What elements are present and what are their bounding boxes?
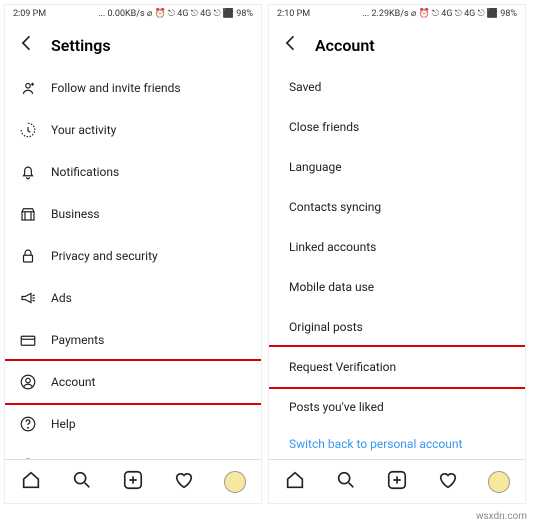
screenshot-account: 2:10 PM ... 2.29KB/s ⌀ ⏰ ⎋ 4G ⎋ 4G ⎋ ⬛ 9… (268, 4, 526, 504)
page-title: Settings (51, 36, 111, 55)
search-icon[interactable] (71, 469, 93, 495)
item-label: Original posts (289, 320, 363, 334)
watermark: wsxdn.com (476, 511, 527, 522)
item-label: Help (51, 417, 76, 431)
profile-avatar[interactable] (488, 471, 510, 493)
header: Account (269, 23, 525, 67)
sidebar-item-help[interactable]: Help (5, 403, 261, 445)
home-icon[interactable] (20, 469, 42, 495)
status-bar: 2:10 PM ... 2.29KB/s ⌀ ⏰ ⎋ 4G ⎋ 4G ⎋ ⬛ 9… (269, 5, 525, 23)
status-time: 2:10 PM (277, 9, 310, 19)
header: Settings (5, 23, 261, 67)
back-icon[interactable] (281, 33, 301, 57)
item-label: Posts you've liked (289, 400, 384, 414)
item-label: Language (289, 160, 342, 174)
status-time: 2:09 PM (13, 9, 46, 19)
item-mobile-data[interactable]: Mobile data use (269, 267, 525, 307)
card-icon (19, 331, 37, 349)
sidebar-item-payments[interactable]: Payments (5, 319, 261, 361)
item-language[interactable]: Language (269, 147, 525, 187)
page-title: Account (315, 36, 375, 55)
item-label: Business (51, 207, 100, 221)
help-icon (19, 415, 37, 433)
ads-icon (19, 289, 37, 307)
heart-icon[interactable] (437, 469, 459, 495)
item-label: Ads (51, 291, 72, 305)
item-label: Notifications (51, 165, 119, 179)
search-icon[interactable] (335, 469, 357, 495)
lock-icon (19, 247, 37, 265)
item-label: Your activity (51, 123, 116, 137)
account-icon (19, 373, 37, 391)
item-label: Account (51, 375, 95, 389)
sidebar-item-privacy[interactable]: Privacy and security (5, 235, 261, 277)
bottom-nav (5, 459, 261, 503)
profile-avatar[interactable] (224, 471, 246, 493)
status-bar: 2:09 PM ... 0.00KB/s ⌀ ⏰ ⎋ 4G ⎋ 4G ⎋ ⬛ 9… (5, 5, 261, 23)
switch-account-link[interactable]: Switch back to personal account (269, 427, 525, 461)
sidebar-item-notifications[interactable]: Notifications (5, 151, 261, 193)
item-linked[interactable]: Linked accounts (269, 227, 525, 267)
bell-icon (19, 163, 37, 181)
settings-list: Follow and invite friends Your activity … (5, 67, 261, 503)
follow-icon (19, 79, 37, 97)
sidebar-item-account[interactable]: Account (5, 359, 261, 405)
sidebar-item-ads[interactable]: Ads (5, 277, 261, 319)
business-icon (19, 205, 37, 223)
item-original-posts[interactable]: Original posts (269, 307, 525, 347)
item-label: Mobile data use (289, 280, 374, 294)
item-close-friends[interactable]: Close friends (269, 107, 525, 147)
add-icon[interactable] (386, 469, 408, 495)
heart-icon[interactable] (173, 469, 195, 495)
item-label: Privacy and security (51, 249, 158, 263)
sidebar-item-follow[interactable]: Follow and invite friends (5, 67, 261, 109)
item-label: Contacts syncing (289, 200, 381, 214)
item-contacts[interactable]: Contacts syncing (269, 187, 525, 227)
item-label: Follow and invite friends (51, 81, 181, 95)
item-label: Saved (289, 80, 321, 94)
home-icon[interactable] (284, 469, 306, 495)
item-label: Linked accounts (289, 240, 376, 254)
item-label: Payments (51, 333, 104, 347)
sidebar-item-activity[interactable]: Your activity (5, 109, 261, 151)
screenshot-settings: 2:09 PM ... 0.00KB/s ⌀ ⏰ ⎋ 4G ⎋ 4G ⎋ ⬛ 9… (4, 4, 262, 504)
activity-icon (19, 121, 37, 139)
status-details: ... 0.00KB/s ⌀ ⏰ ⎋ 4G ⎋ 4G ⎋ ⬛ 98% (98, 9, 253, 19)
item-request-verification[interactable]: Request Verification (269, 345, 525, 389)
item-saved[interactable]: Saved (269, 67, 525, 107)
item-label: Request Verification (289, 360, 396, 374)
item-label: Close friends (289, 120, 359, 134)
item-posts-liked[interactable]: Posts you've liked (269, 387, 525, 427)
account-list: Saved Close friends Language Contacts sy… (269, 67, 525, 503)
bottom-nav (269, 459, 525, 503)
sidebar-item-business[interactable]: Business (5, 193, 261, 235)
back-icon[interactable] (17, 33, 37, 57)
status-details: ... 2.29KB/s ⌀ ⏰ ⎋ 4G ⎋ 4G ⎋ ⬛ 98% (362, 9, 517, 19)
add-icon[interactable] (122, 469, 144, 495)
